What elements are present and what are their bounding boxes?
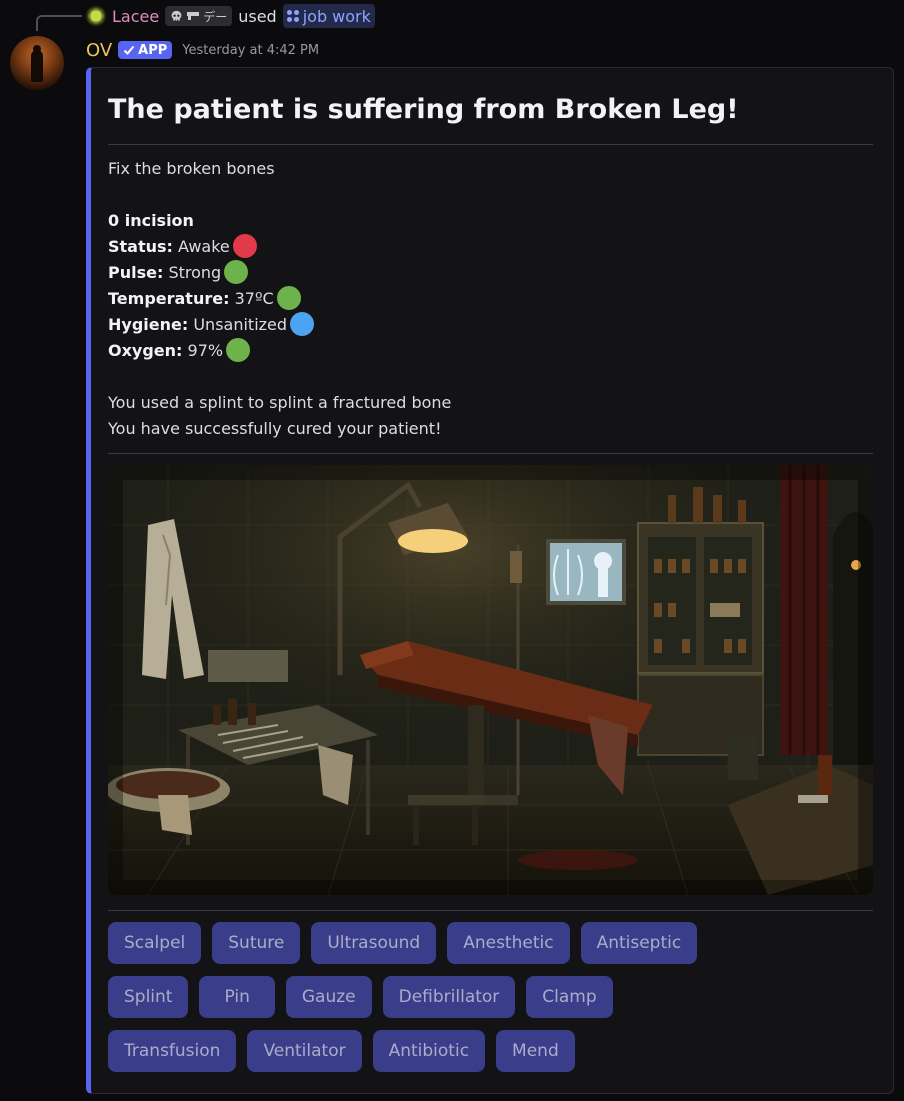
title-divider [108, 144, 873, 145]
message-header: OV APP Yesterday at 4:42 PM [86, 38, 319, 62]
button-row-3: Transfusion Ventilator Antibiotic Mend [108, 1030, 575, 1072]
red-circle-icon [232, 234, 257, 258]
reply-used-text: used [238, 6, 277, 26]
pin-button[interactable]: Pin [199, 976, 275, 1018]
command-name: job work [302, 6, 371, 26]
reply-avatar[interactable] [86, 6, 106, 26]
embed-subtitle: Fix the broken bones [108, 159, 275, 178]
stat-label: Status: [108, 237, 173, 256]
antibiotic-button[interactable]: Antibiotic [372, 1030, 486, 1072]
gauze-button[interactable]: Gauze [285, 976, 372, 1018]
stat-temperature: Temperature: 37ºC [108, 286, 301, 312]
command-mention[interactable]: job work [282, 4, 375, 28]
mend-button[interactable]: Mend [496, 1030, 575, 1072]
scalpel-button[interactable]: Scalpel [108, 922, 202, 964]
reply-connector [36, 15, 82, 31]
app-badge: APP [118, 41, 173, 59]
button-row-2: Splint Pin Gauze Defibrillator Clamp [108, 976, 613, 1018]
stat-value: 37ºC [234, 289, 274, 308]
stat-label: Oxygen: [108, 341, 183, 360]
reply-username[interactable]: Lacee [112, 7, 159, 26]
ultrasound-button[interactable]: Ultrasound [311, 922, 437, 964]
incision-count: 0 incision [108, 208, 194, 234]
stat-label: Pulse: [108, 263, 164, 282]
clamp-button[interactable]: Clamp [526, 976, 613, 1018]
stat-label: Hygiene: [108, 315, 189, 334]
transfusion-button[interactable]: Transfusion [108, 1030, 237, 1072]
gun-icon [187, 12, 200, 20]
stat-value: Unsanitized [193, 315, 288, 334]
author-avatar[interactable] [10, 36, 64, 90]
ventilator-button[interactable]: Ventilator [247, 1030, 362, 1072]
embed: The patient is suffering from Broken Leg… [86, 67, 894, 1094]
green-circle-icon [276, 286, 301, 310]
result-divider [108, 453, 873, 454]
antiseptic-button[interactable]: Antiseptic [580, 922, 698, 964]
operating-room-image[interactable] [108, 465, 873, 895]
embed-title: The patient is suffering from Broken Leg… [108, 94, 739, 125]
reply-reference[interactable]: Lacee デー used job work [86, 4, 375, 28]
result-line-1: You used a splint to splint a fractured … [108, 393, 452, 412]
anesthetic-button[interactable]: Anesthetic [447, 922, 570, 964]
buttons-divider [108, 910, 873, 911]
stat-status: Status: Awake [108, 234, 257, 260]
stat-pulse: Pulse: Strong [108, 260, 249, 286]
stat-value: Awake [178, 237, 230, 256]
splint-button[interactable]: Splint [108, 976, 189, 1018]
stat-value: Strong [168, 263, 222, 282]
app-badge-label: APP [138, 42, 168, 58]
avatar-silhouette-body [31, 50, 43, 82]
suture-button[interactable]: Suture [212, 922, 301, 964]
button-row-1: Scalpel Suture Ultrasound Anesthetic Ant… [108, 922, 698, 964]
stat-oxygen: Oxygen: 97% [108, 338, 251, 364]
skull-icon [171, 10, 182, 21]
stat-hygiene: Hygiene: Unsanitized [108, 312, 315, 338]
stat-value: 97% [187, 341, 224, 360]
green-circle-icon [224, 260, 249, 284]
result-line-2: You have successfully cured your patient… [108, 419, 442, 438]
timestamp[interactable]: Yesterday at 4:42 PM [182, 43, 319, 58]
slash-command-icon [286, 10, 299, 22]
stat-label: Temperature: [108, 289, 230, 308]
author-name[interactable]: OV [86, 40, 112, 61]
blue-circle-icon [290, 312, 315, 336]
checkmark-icon [123, 45, 135, 55]
operating-room-illustration [108, 465, 873, 895]
clan-tag-text: デー [203, 9, 228, 24]
clan-tag[interactable]: デー [165, 6, 233, 26]
green-circle-icon [226, 338, 251, 362]
incision-text: 0 incision [108, 211, 194, 230]
discord-message: Lacee デー used job work OV APP Yesterday … [0, 0, 904, 1101]
defibrillator-button[interactable]: Defibrillator [382, 976, 516, 1018]
